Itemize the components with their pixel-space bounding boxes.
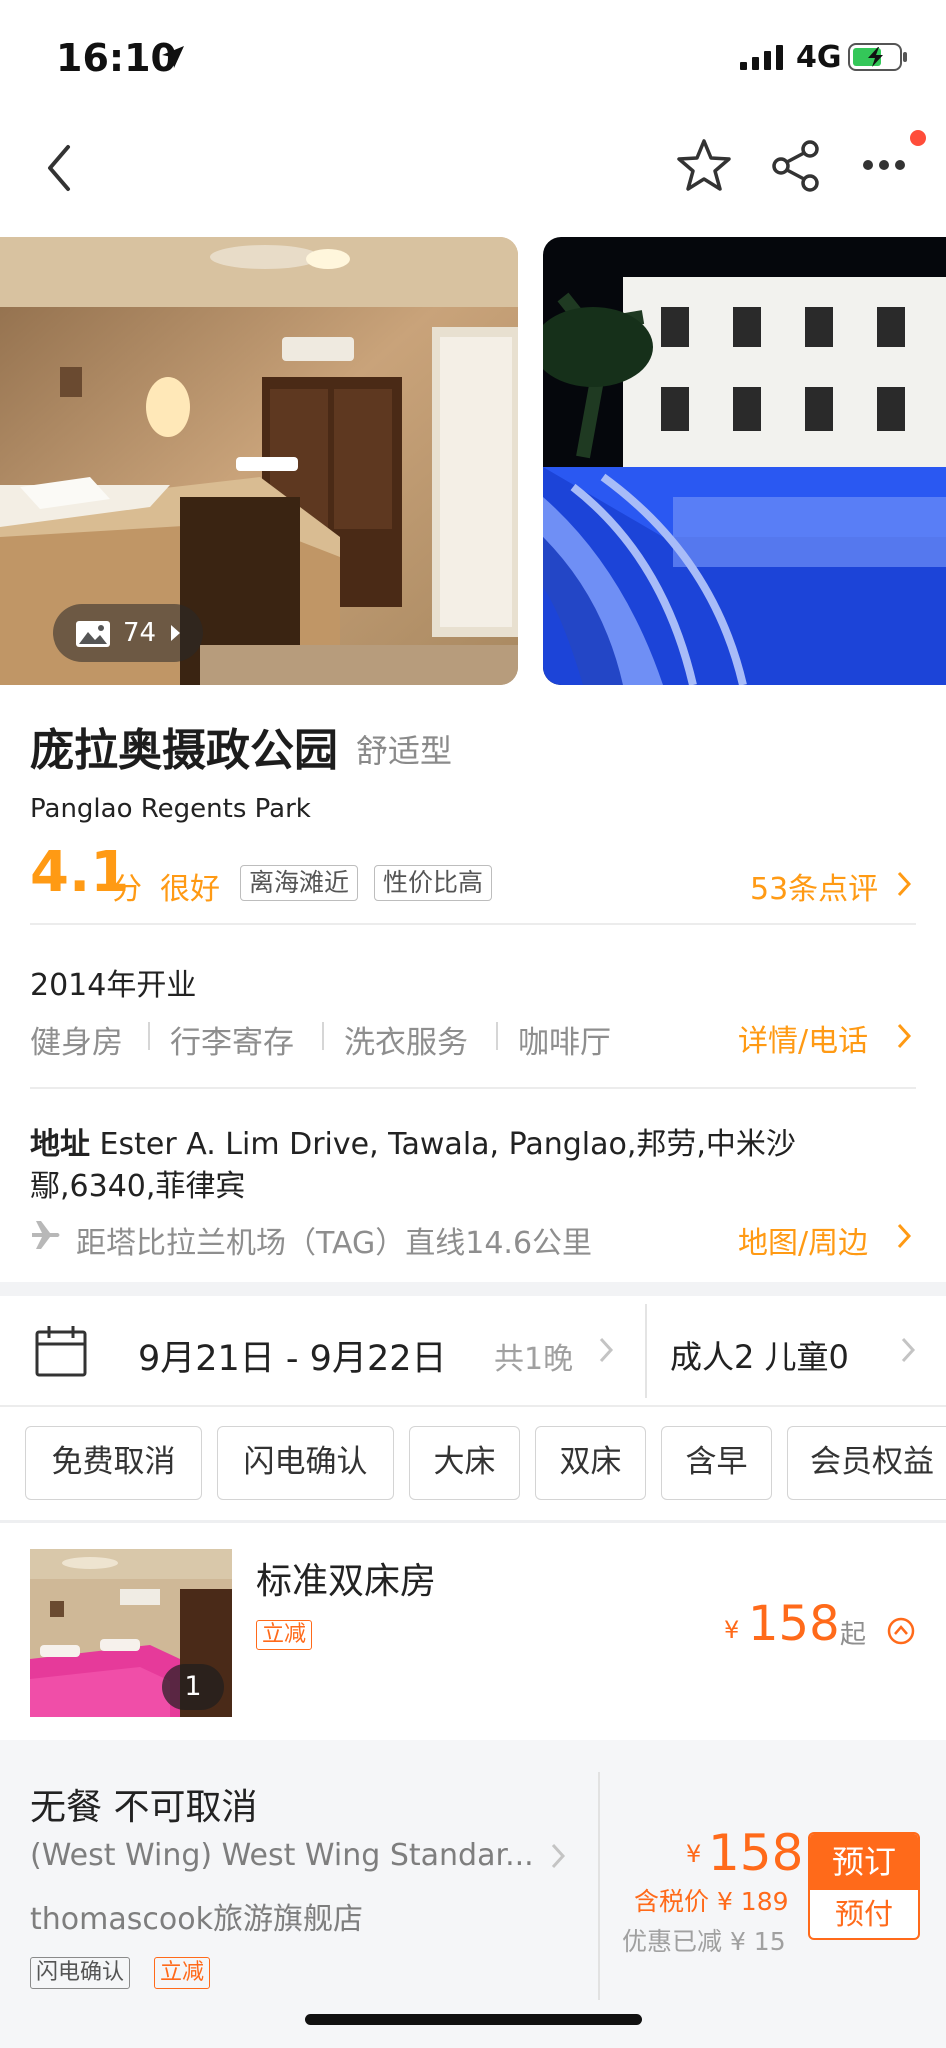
section-gap — [0, 1282, 946, 1296]
hotel-name: 庞拉奥摄政公园 — [30, 725, 338, 776]
photo-count-badge[interactable]: 74 — [53, 604, 203, 662]
rating-unit: 分 — [112, 872, 142, 907]
rate-vendor: thomascook旅游旗舰店 — [30, 1902, 363, 1937]
currency-symbol: ¥ — [686, 1840, 702, 1868]
prepay-label[interactable]: 预付 — [810, 1890, 918, 1938]
divider — [0, 1405, 946, 1407]
filter-free-cancel[interactable]: 免费取消 — [25, 1426, 202, 1500]
divider — [30, 923, 916, 925]
hotel-photo-pool[interactable] — [543, 237, 946, 685]
battery-icon — [848, 43, 907, 71]
nights-count[interactable]: 共1晚 — [494, 1334, 573, 1378]
rate-price: 158 — [708, 1824, 804, 1882]
favorite-star-icon[interactable] — [674, 137, 734, 195]
notification-dot — [910, 130, 926, 146]
facility-separator — [148, 1022, 150, 1050]
home-indicator[interactable] — [305, 2014, 642, 2025]
location-arrow-icon — [162, 46, 184, 68]
rating-word: 很好 — [160, 872, 220, 907]
section-gap — [0, 1520, 946, 1523]
rate-plan-title: 无餐 不可取消 — [30, 1787, 258, 1828]
map-nearby-link[interactable]: 地图/周边 — [738, 1218, 868, 1262]
status-bar: 16:10 4G — [0, 0, 946, 115]
rate-tag-promo: 立减 — [154, 1957, 211, 1989]
discount-amount: 优惠已减 ¥ 15 — [622, 1927, 786, 1956]
signal-icon — [740, 45, 783, 70]
chevron-right-icon[interactable] — [598, 1336, 614, 1364]
divider — [30, 1087, 916, 1089]
book-button[interactable]: 预订 预付 — [808, 1832, 920, 1940]
hotel-name-en: Panglao Regents Park — [30, 794, 311, 824]
share-icon[interactable] — [770, 139, 822, 193]
room-name[interactable]: 标准双床房 — [256, 1552, 436, 1604]
address: 地址 Ester A. Lim Drive, Tawala, Panglao,邦… — [30, 1124, 910, 1208]
filter-breakfast[interactable]: 含早 — [661, 1426, 772, 1500]
facility-item: 咖啡厅 — [518, 1025, 611, 1061]
facility-separator — [496, 1022, 498, 1050]
status-time: 16:10 — [56, 36, 177, 80]
filter-king-bed[interactable]: 大床 — [409, 1426, 520, 1500]
price-suffix: 起 — [840, 1620, 867, 1650]
nav-bar — [0, 115, 946, 225]
airplane-icon — [32, 1221, 60, 1249]
facility-separator — [322, 1022, 324, 1050]
promo-tag: 立减 — [256, 1620, 313, 1650]
more-icon[interactable] — [862, 159, 906, 171]
opening-year: 2014年开业 — [30, 968, 197, 1003]
image-icon — [76, 621, 110, 647]
hotel-tag: 离海滩近 — [240, 865, 359, 901]
vertical-divider — [598, 1772, 600, 2000]
reviews-link[interactable]: 53条点评 — [750, 864, 878, 908]
airport-distance: 距塔比拉兰机场（TAG）直线14.6公里 — [76, 1226, 593, 1261]
address-label: 地址 — [30, 1127, 90, 1162]
guest-count[interactable]: 成人2 儿童0 — [670, 1332, 849, 1378]
details-phone-link[interactable]: 详情/电话 — [738, 1016, 868, 1060]
photo-count: 74 — [123, 618, 157, 648]
address-text: Ester A. Lim Drive, Tawala, Panglao,邦劳,中… — [30, 1127, 796, 1204]
chevron-right-icon[interactable] — [900, 1336, 916, 1364]
hotel-tag: 性价比高 — [374, 865, 493, 901]
chevron-right-icon[interactable] — [896, 1022, 912, 1050]
hotel-type: 舒适型 — [356, 732, 453, 770]
rate-tag: 闪电确认 — [30, 1957, 131, 1989]
filter-member-benefits[interactable]: 会员权益 — [787, 1426, 946, 1500]
chevron-right-icon[interactable] — [896, 870, 912, 898]
play-arrow-icon — [171, 625, 180, 641]
filter-instant-confirm[interactable]: 闪电确认 — [217, 1426, 394, 1500]
chevron-right-icon[interactable] — [550, 1842, 566, 1870]
facility-item: 健身房 — [30, 1025, 123, 1061]
back-icon[interactable] — [44, 143, 74, 193]
room-price: 158 — [748, 1596, 840, 1652]
calendar-icon[interactable] — [34, 1324, 88, 1378]
collapse-up-icon[interactable] — [886, 1616, 916, 1646]
facility-item: 行李寄存 — [170, 1025, 294, 1061]
network-type: 4G — [796, 40, 842, 75]
book-button-label[interactable]: 预订 — [810, 1834, 918, 1890]
chevron-right-icon[interactable] — [896, 1222, 912, 1250]
rate-room-description[interactable]: (West Wing) West Wing Standar... — [30, 1838, 540, 1873]
facility-item: 洗衣服务 — [344, 1025, 468, 1061]
room-photo-count: 1 — [162, 1664, 224, 1710]
tax-included-price: 含税价 ¥ 189 — [634, 1887, 789, 1916]
vertical-divider — [645, 1304, 647, 1398]
stay-dates[interactable]: 9月21日 - 9月22日 — [138, 1330, 447, 1381]
currency-symbol: ¥ — [724, 1616, 740, 1644]
filter-twin-bed[interactable]: 双床 — [535, 1426, 646, 1500]
